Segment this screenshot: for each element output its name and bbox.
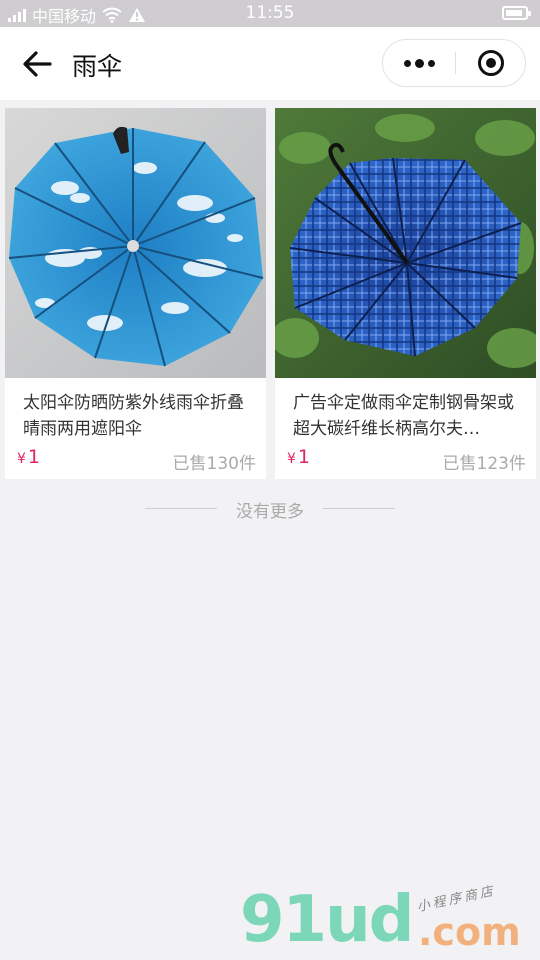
- back-arrow-icon: [23, 51, 52, 77]
- close-button[interactable]: [456, 40, 526, 86]
- currency-symbol: ¥: [17, 451, 26, 467]
- sold-count: 已售130件: [172, 454, 256, 474]
- back-button[interactable]: [20, 49, 54, 79]
- navigation-bar: 雨伞: [0, 27, 540, 100]
- price-value: 1: [27, 446, 41, 468]
- product-price: ¥1: [287, 446, 310, 468]
- page-title: 雨伞: [72, 52, 123, 81]
- more-dots-icon: [404, 60, 411, 67]
- divider-line-right: [323, 508, 395, 509]
- product-title: 广告伞定做雨伞定制钢骨架或超大碳纤维长柄高尔夫…: [293, 393, 514, 439]
- status-bar: 中国移动 11:55: [0, 0, 540, 27]
- mini-program-capsule: [382, 39, 526, 87]
- sold-count: 已售123件: [442, 454, 526, 474]
- price-value: 1: [297, 446, 311, 468]
- watermark-main: 91ud: [240, 883, 414, 957]
- product-price: ¥1: [17, 446, 40, 468]
- more-button[interactable]: [383, 40, 455, 86]
- battery-icon: [502, 6, 531, 20]
- currency-symbol: ¥: [287, 451, 296, 467]
- product-card[interactable]: 太阳伞防晒防紫外线雨伞折叠晴雨两用遮阳伞 ¥1 已售130件: [5, 108, 266, 479]
- no-more-text: 没有更多: [236, 502, 304, 522]
- product-image: [275, 108, 536, 378]
- watermark-domain: .com: [418, 910, 521, 954]
- watermark-logo: 91ud .com 小程序商店: [240, 883, 540, 960]
- product-card[interactable]: 广告伞定做雨伞定制钢骨架或超大碳纤维长柄高尔夫… ¥1 已售123件: [275, 108, 536, 479]
- product-title: 太阳伞防晒防紫外线雨伞折叠晴雨两用遮阳伞: [23, 393, 244, 439]
- no-more-divider: 没有更多: [0, 495, 540, 523]
- status-time: 11:55: [245, 3, 295, 23]
- product-image: [5, 108, 266, 378]
